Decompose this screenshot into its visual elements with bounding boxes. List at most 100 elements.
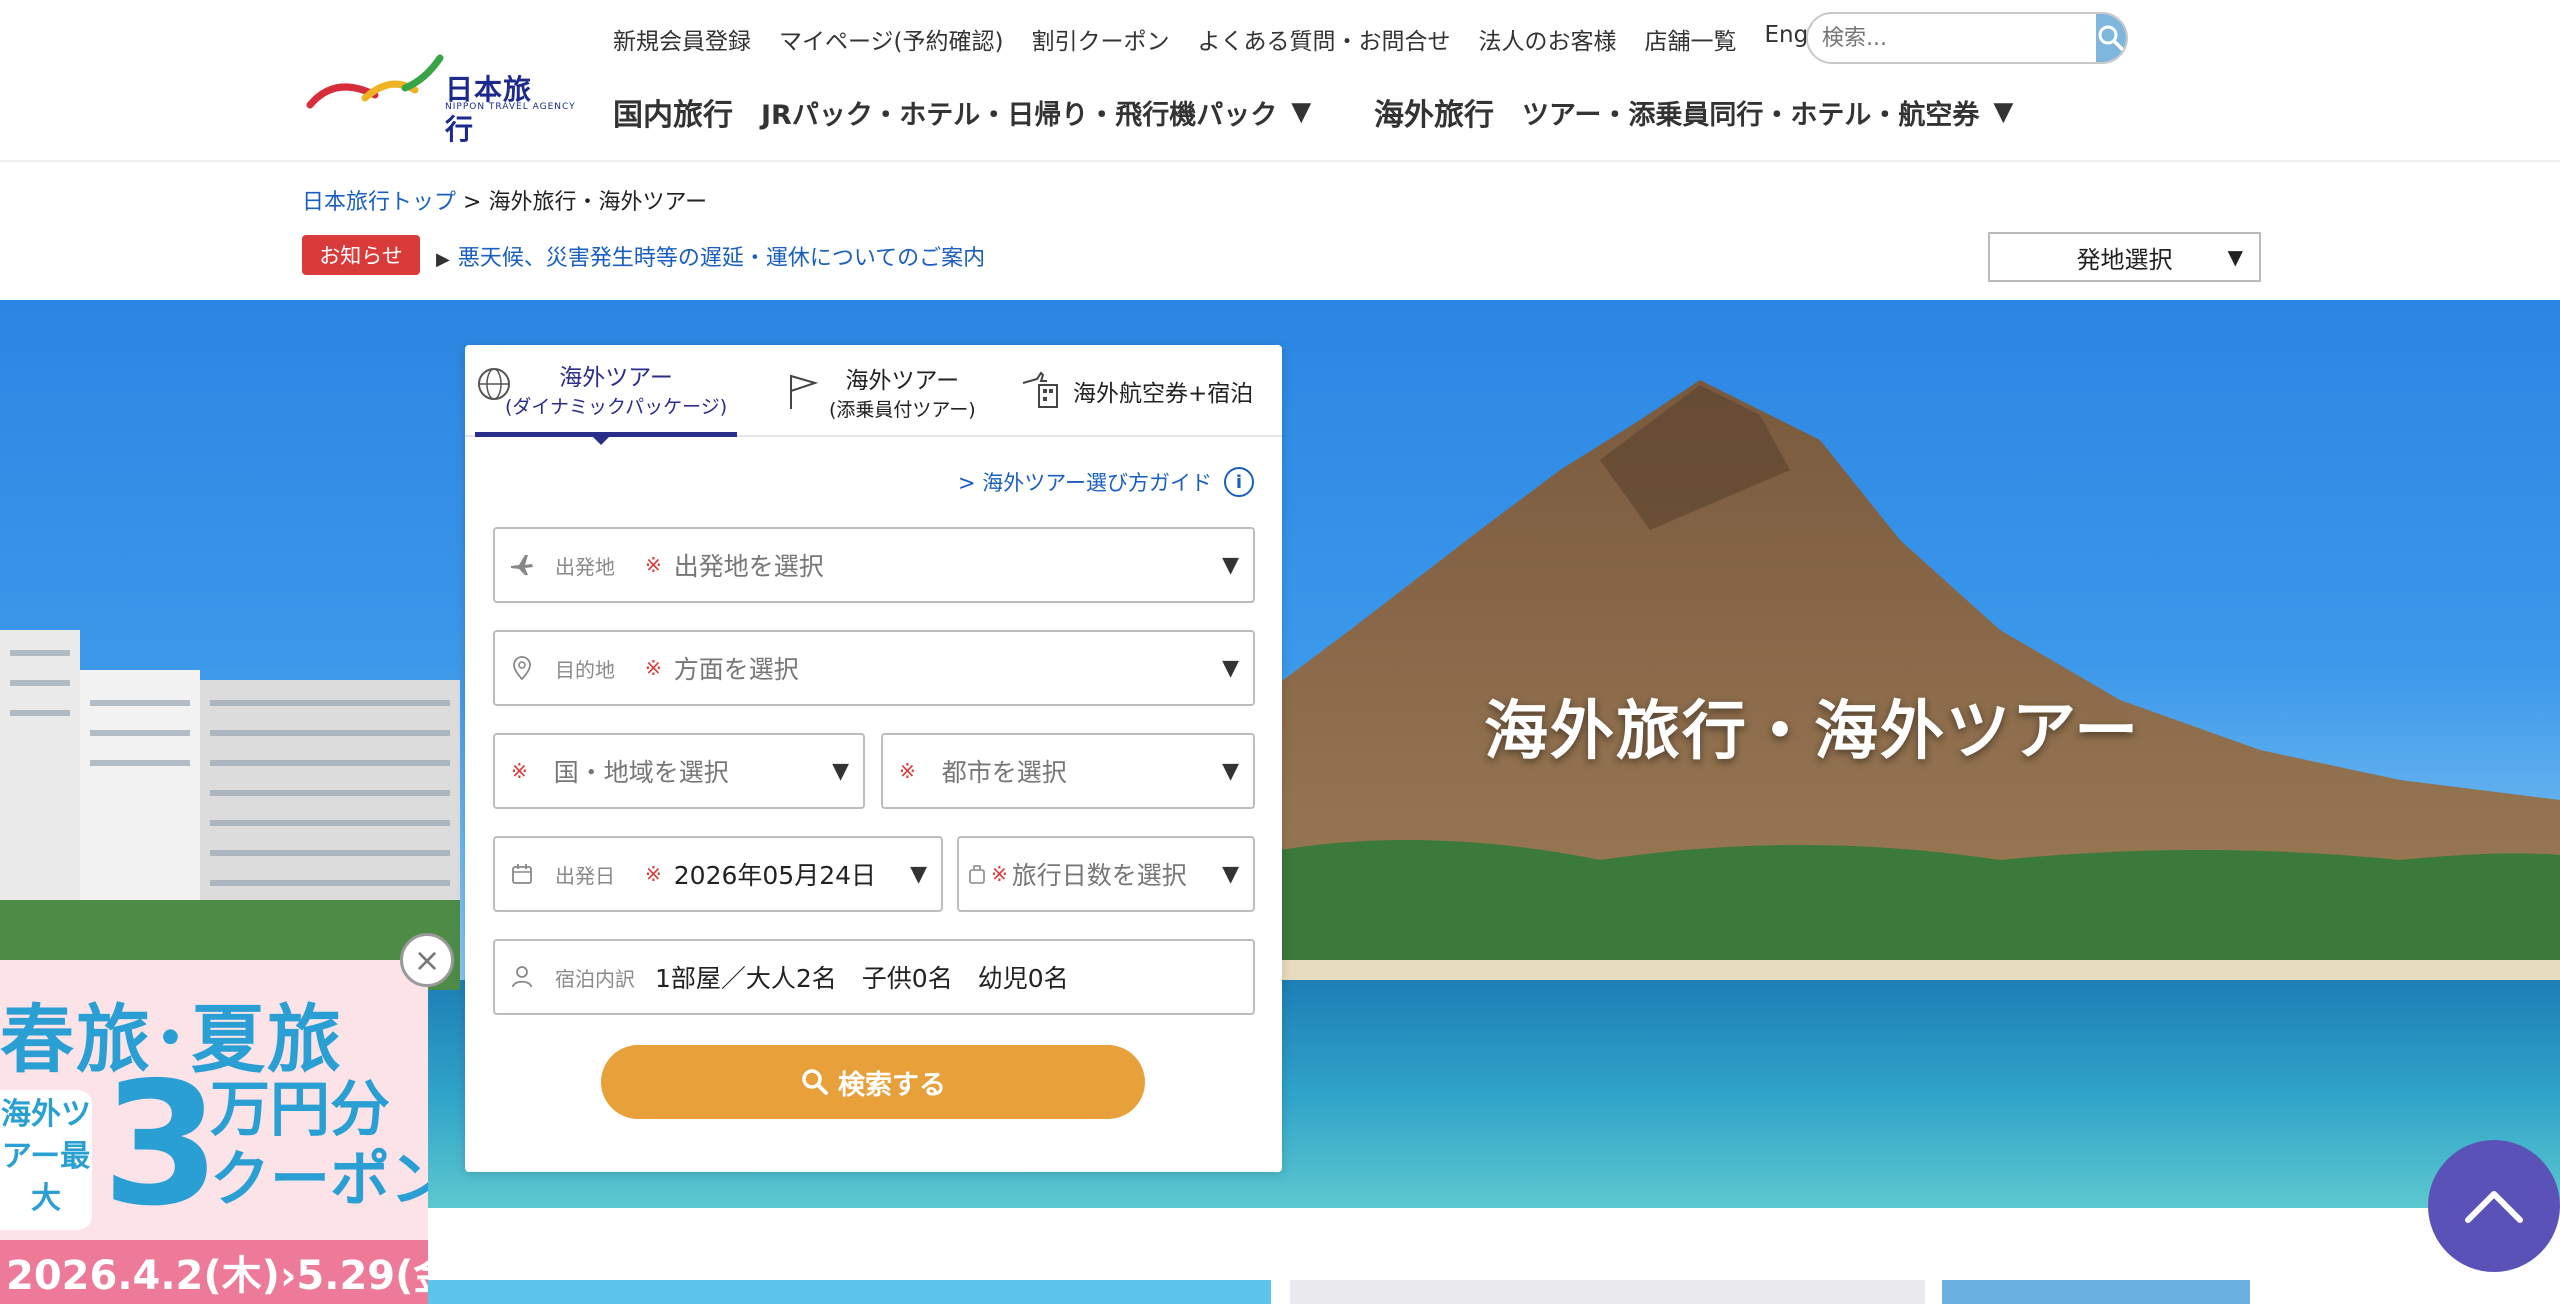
person-icon: [507, 965, 537, 989]
link-register[interactable]: 新規会員登録: [613, 22, 751, 56]
search-submit-label: 検索する: [838, 1069, 946, 1101]
link-faq[interactable]: よくある質問・お問合せ: [1198, 22, 1451, 56]
departure-label: 出発地: [555, 554, 615, 579]
required-mark: ※: [511, 759, 528, 783]
tab-label: 海外ツアー: [845, 367, 960, 394]
chevron-down-icon: ▼: [1222, 552, 1239, 578]
city-select[interactable]: ※ 都市を選択 ▼: [881, 733, 1255, 809]
nav-domestic[interactable]: 国内旅行 JRパック・ホテル・日帰り・飛行機パック ▼: [613, 90, 1311, 134]
notice-badge: お知らせ: [302, 235, 420, 275]
chevron-down-icon: ▼: [2227, 245, 2243, 269]
tab-label: 海外ツアー: [559, 365, 673, 391]
link-coupon[interactable]: 割引クーポン: [1032, 22, 1170, 56]
nav-overseas-label: 海外旅行: [1374, 98, 1494, 133]
top-links: 新規会員登録 マイページ(予約確認) 割引クーポン よくある質問・お問合せ 法人…: [613, 22, 1876, 56]
country-placeholder: 国・地域を選択: [553, 758, 729, 787]
coupon-date: 2026.4.2(木)›5.29(金): [0, 1240, 428, 1304]
calendar-icon: [507, 862, 537, 886]
departure-placeholder: 出発地を選択: [673, 552, 824, 581]
guide-link[interactable]: > 海外ツアー選び方ガイド i: [958, 467, 1254, 497]
coupon-number: 3: [102, 1046, 221, 1244]
globe-icon: [478, 368, 510, 400]
required-mark: ※: [645, 656, 662, 680]
tab-sublabel: (添乗員付ツアー): [829, 398, 976, 421]
chevron-down-icon: ▼: [1222, 758, 1239, 784]
logo-subtext: NIPPON TRAVEL AGENCY: [445, 102, 576, 112]
required-mark: ※: [991, 862, 1008, 886]
coupon-tag: 海外ツアー最大: [0, 1090, 92, 1230]
search-submit-button[interactable]: 検索する: [601, 1045, 1145, 1119]
search-button[interactable]: [2096, 14, 2126, 62]
destination-label: 目的地: [555, 657, 615, 682]
tab-label: 海外航空券+宿泊: [1073, 381, 1254, 407]
required-mark: ※: [645, 553, 662, 577]
guests-select[interactable]: 宿泊内訳 1部屋／大人2名 子供0名 幼児0名: [493, 939, 1255, 1015]
triangle-right-icon: ▶: [436, 249, 450, 270]
coupon-amount-line2: クーポン: [210, 1145, 428, 1215]
tab-sublabel: (ダイナミックパッケージ): [505, 396, 728, 418]
airplane-icon: [507, 552, 537, 578]
origin-select-label: 発地選択: [2076, 245, 2173, 274]
search-icon: [802, 1069, 828, 1095]
guide-link-text: > 海外ツアー選び方ガイド: [957, 471, 1212, 495]
coupon-amount-line1: 万円分: [210, 1075, 390, 1145]
chevron-down-icon: ▼: [910, 861, 927, 887]
hero-title: 海外旅行・海外ツアー: [1484, 695, 2141, 769]
required-mark: ※: [899, 759, 916, 783]
link-stores[interactable]: 店舗一覧: [1645, 22, 1737, 56]
guests-label: 宿泊内訳: [555, 966, 635, 991]
site-header: 日本旅行 NIPPON TRAVEL AGENCY 新規会員登録 マイページ(予…: [0, 0, 2560, 162]
notice-link-text: 悪天候、災害発生時等の遅延・運休についてのご案内: [457, 246, 986, 271]
destination-select[interactable]: 目的地 ※ 方面を選択 ▼: [493, 630, 1255, 706]
suitcase-icon: [967, 863, 987, 885]
location-pin-icon: [507, 655, 537, 681]
nav-domestic-sub: JRパック・ホテル・日帰り・飛行機パック: [761, 99, 1278, 131]
nav-overseas[interactable]: 海外旅行 ツアー・添乗員同行・ホテル・航空券 ▼: [1374, 90, 2013, 134]
city-placeholder: 都市を選択: [941, 758, 1067, 787]
destination-placeholder: 方面を選択: [673, 655, 799, 684]
origin-select[interactable]: 発地選択 ▼: [1988, 232, 2261, 282]
breadcrumb-sep: >: [456, 190, 489, 215]
tab-active-caret: [593, 437, 609, 445]
coupon-amount: 万円分 クーポン: [210, 1075, 428, 1215]
back-to-top-button[interactable]: [2428, 1140, 2560, 1272]
tab-escorted-tour[interactable]: 海外ツアー (添乗員付ツアー): [785, 345, 985, 437]
logo-mark-icon: [306, 54, 444, 109]
chevron-down-icon: ▼: [832, 758, 849, 784]
plane-hotel-icon: [1022, 371, 1058, 408]
nav-overseas-sub: ツアー・添乗員同行・ホテル・航空券: [1522, 99, 1980, 131]
trip-days-placeholder: 旅行日数を選択: [1011, 861, 1187, 890]
chevron-down-icon: ▼: [1222, 861, 1239, 887]
country-select[interactable]: ※ 国・地域を選択 ▼: [493, 733, 865, 809]
coupon-banner[interactable]: 春旅･夏旅 海外ツアー最大 3 万円分 クーポン 2026.4.2(木)›5.2…: [0, 960, 428, 1304]
search-input[interactable]: [1808, 14, 2096, 62]
nav-domestic-label: 国内旅行: [613, 98, 733, 133]
required-mark: ※: [645, 862, 662, 886]
departure-date-select[interactable]: 出発日 ※ 2026年05月24日 ▼: [493, 836, 943, 912]
trip-days-select[interactable]: ※ 旅行日数を選択 ▼: [957, 836, 1255, 912]
tab-flight-hotel[interactable]: 海外航空券+宿泊: [1021, 345, 1281, 437]
promo-banner-2[interactable]: [1290, 1280, 1925, 1304]
promo-banner-3[interactable]: [1942, 1280, 2250, 1304]
chevron-down-icon: ▼: [1291, 97, 1312, 127]
notice-link[interactable]: ▶ 悪天候、災害発生時等の遅延・運休についてのご案内: [436, 240, 985, 272]
guests-value: 1部屋／大人2名 子供0名 幼児0名: [655, 964, 1069, 993]
departure-select[interactable]: 出発地 ※ 出発地を選択 ▼: [493, 527, 1255, 603]
breadcrumb-current: 海外旅行・海外ツアー: [488, 190, 708, 215]
search-icon: [2098, 25, 2124, 51]
chevron-up-icon: [2465, 1191, 2523, 1223]
site-search: [1806, 12, 2128, 64]
breadcrumb: 日本旅行トップ > 海外旅行・海外ツアー: [302, 184, 707, 216]
close-icon[interactable]: ×: [400, 933, 454, 987]
chevron-down-icon: ▼: [1222, 655, 1239, 681]
flag-icon: [790, 374, 819, 409]
breadcrumb-home[interactable]: 日本旅行トップ: [302, 190, 456, 215]
logo[interactable]: 日本旅行 NIPPON TRAVEL AGENCY: [305, 50, 575, 146]
search-tabs: 海外ツアー (ダイナミックパッケージ) 海外ツアー (添乗員付ツアー) 海外航空…: [465, 345, 1282, 437]
chevron-down-icon: ▼: [1993, 97, 2014, 127]
info-icon: i: [1224, 467, 1254, 497]
promo-banner-1[interactable]: [428, 1280, 1271, 1304]
link-corporate[interactable]: 法人のお客様: [1479, 22, 1617, 56]
link-mypage[interactable]: マイページ(予約確認): [779, 22, 1004, 56]
tab-dynamic-package[interactable]: 海外ツアー (ダイナミックパッケージ): [475, 345, 737, 437]
